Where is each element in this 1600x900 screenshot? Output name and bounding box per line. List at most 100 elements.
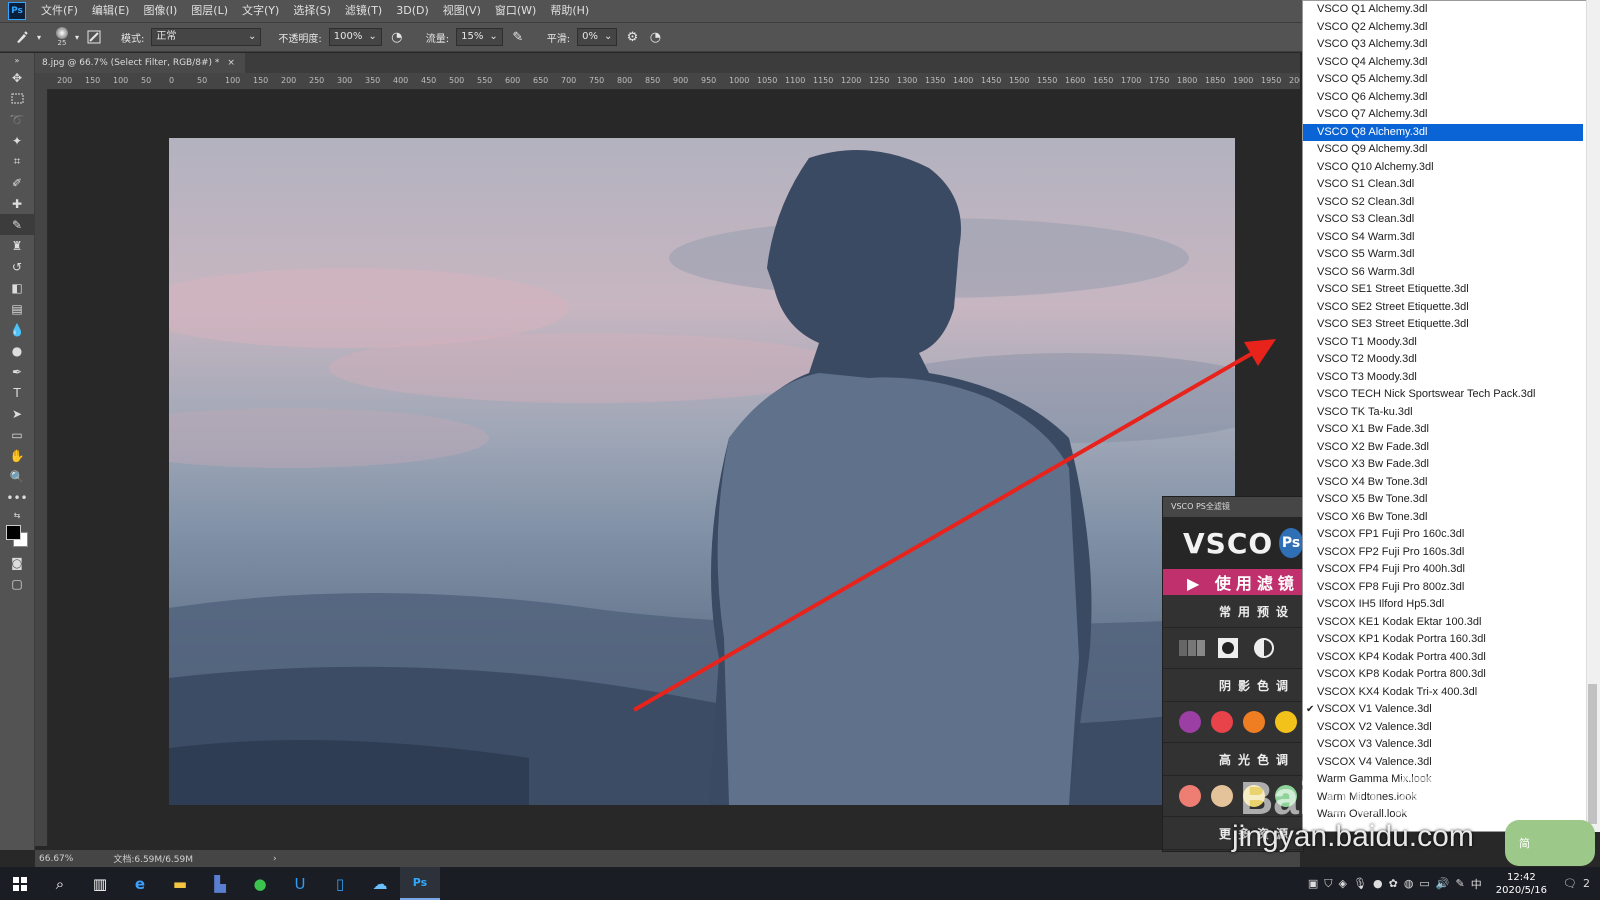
dropdown-option[interactable]: VSCO X1 Bw Fade.3dl: [1303, 421, 1583, 439]
clock[interactable]: 12:42 2020/5/16: [1496, 871, 1547, 897]
dropdown-option[interactable]: ✔ VSCOX V1 Valence.3dl: [1303, 701, 1583, 719]
dropdown-option[interactable]: VSCOX V3 Valence.3dl: [1303, 736, 1583, 754]
highlight-color-swatch[interactable]: [1211, 785, 1233, 807]
tray-app-icon[interactable]: ◍: [1404, 877, 1414, 890]
ps-badge-icon: Ps: [1279, 528, 1303, 558]
input-language[interactable]: 中: [1471, 876, 1482, 892]
dropdown-option[interactable]: VSCOX V2 Valence.3dl: [1303, 719, 1583, 737]
dropdown-option[interactable]: VSCO X2 Bw Fade.3dl: [1303, 439, 1583, 457]
apply-filter-button[interactable]: ▶ 使用滤镜: [1163, 569, 1303, 595]
dropdown-option[interactable]: VSCOX KP1 Kodak Portra 160.3dl: [1303, 631, 1583, 649]
photoshop-taskbar-icon[interactable]: Ps: [400, 867, 440, 900]
dropdown-option[interactable]: VSCO X4 Bw Tone.3dl: [1303, 474, 1583, 492]
zoom-level[interactable]: 66.67%: [39, 854, 73, 864]
dropdown-option[interactable]: VSCO Q9 Alchemy.3dl: [1303, 141, 1583, 159]
network-icon[interactable]: ▭: [1419, 877, 1429, 890]
dropdown-option[interactable]: VSCO T3 Moody.3dl: [1303, 369, 1583, 387]
dropdown-option-label: VSCO T3 Moody.3dl: [1317, 370, 1417, 383]
dropdown-option[interactable]: VSCO T2 Moody.3dl: [1303, 351, 1583, 369]
dropdown-option[interactable]: VSCO Q1 Alchemy.3dl: [1303, 1, 1583, 19]
dropdown-option-label: VSCO Q2 Alchemy.3dl: [1317, 20, 1428, 33]
dropdown-option[interactable]: VSCO Q6 Alchemy.3dl: [1303, 89, 1583, 107]
shadow-color-swatch[interactable]: [1243, 711, 1265, 733]
app-icon-tablet[interactable]: ▯: [320, 867, 360, 900]
dropdown-option[interactable]: VSCO Q3 Alchemy.3dl: [1303, 36, 1583, 54]
dropdown-option[interactable]: VSCOX IH5 Ilford Hp5.3dl: [1303, 596, 1583, 614]
dropdown-option-label: VSCOX IH5 Ilford Hp5.3dl: [1317, 598, 1445, 610]
shield-icon[interactable]: ⛉: [1324, 877, 1332, 891]
vsco-logo-row: VSCO Ps: [1163, 517, 1303, 569]
dropdown-option[interactable]: VSCO X5 Bw Tone.3dl: [1303, 491, 1583, 509]
wechat-tray-icon[interactable]: ●: [1373, 877, 1383, 890]
dropdown-option[interactable]: VSCOX FP8 Fuji Pro 800z.3dl: [1303, 579, 1583, 597]
dropdown-option-label: VSCOX FP2 Fuji Pro 160s.3dl: [1317, 545, 1465, 558]
foreground-color[interactable]: [6, 525, 21, 540]
fade-preset-icon[interactable]: [1179, 637, 1205, 659]
dropdown-option-label: VSCO S4 Warm.3dl: [1317, 230, 1415, 243]
shadow-color-swatch[interactable]: [1179, 711, 1201, 733]
vsco-panel-header[interactable]: VSCO PS全滤镜: [1163, 497, 1303, 517]
document-info[interactable]: 文档:6.59M/6.59M: [113, 852, 193, 865]
dropdown-option[interactable]: VSCO S2 Clean.3dl: [1303, 194, 1583, 212]
dropdown-option-label: VSCO TECH Nick Sportswear Tech Pack.3dl: [1317, 388, 1536, 400]
dropdown-option[interactable]: VSCO S3 Clean.3dl: [1303, 211, 1583, 229]
shadow-color-swatch[interactable]: [1275, 711, 1297, 733]
status-arrow-icon[interactable]: ›: [273, 854, 277, 864]
dropdown-option[interactable]: VSCOX FP4 Fuji Pro 400h.3dl: [1303, 561, 1583, 579]
wechat-icon[interactable]: ●: [240, 867, 280, 900]
pen-icon[interactable]: ✎: [1456, 877, 1465, 890]
dropdown-option-label: VSCOX V3 Valence.3dl: [1317, 738, 1432, 750]
dropdown-option-label: VSCO X2 Bw Fade.3dl: [1317, 440, 1429, 453]
notification-icon[interactable]: 🗨: [1563, 877, 1577, 890]
dropdown-option[interactable]: VSCO Q7 Alchemy.3dl: [1303, 106, 1583, 124]
dropdown-option[interactable]: VSCO S1 Clean.3dl: [1303, 176, 1583, 194]
dropdown-option-label: VSCOX V2 Valence.3dl: [1317, 720, 1432, 733]
vignette-preset-icon[interactable]: [1215, 637, 1241, 659]
volume-icon[interactable]: 🔊: [1436, 877, 1450, 890]
app-icon-chart[interactable]: ▙: [200, 867, 240, 900]
dropdown-option-label: VSCO Q7 Alchemy.3dl: [1317, 108, 1428, 120]
dropdown-option[interactable]: VSCO T1 Moody.3dl: [1303, 334, 1583, 352]
dropdown-option[interactable]: VSCO Q2 Alchemy.3dl: [1303, 19, 1583, 37]
ime-floating-bar[interactable]: 简: [1505, 820, 1595, 866]
system-tray: ▣ ⛉ ◈ 🎙 ● ✿ ◍ ▭ 🔊 ✎ 中 12:42 2020/5/16 🗨 …: [1308, 871, 1600, 897]
task-view-icon[interactable]: ▥: [80, 867, 120, 900]
shadow-color-swatch[interactable]: [1211, 711, 1233, 733]
dropdown-option[interactable]: VSCO SE1 Street Etiquette.3dl: [1303, 281, 1583, 299]
dropdown-option[interactable]: VSCO Q4 Alchemy.3dl: [1303, 54, 1583, 72]
dropdown-option[interactable]: VSCO TK Ta-ku.3dl: [1303, 404, 1583, 422]
dropdown-option-label: VSCOX FP8 Fuji Pro 800z.3dl: [1317, 580, 1465, 593]
dropdown-option[interactable]: VSCO SE3 Street Etiquette.3dl: [1303, 316, 1583, 334]
dropdown-option[interactable]: VSCO Q8 Alchemy.3dl: [1303, 123, 1583, 141]
file-explorer-icon[interactable]: ▬: [160, 867, 200, 900]
dropdown-scrollbar-thumb[interactable]: [1588, 684, 1597, 824]
dropdown-option[interactable]: VSCO S5 Warm.3dl: [1303, 246, 1583, 264]
checkmark-icon: ✔: [1306, 704, 1315, 715]
app-icon-cloud[interactable]: ☁: [360, 867, 400, 900]
dropdown-option[interactable]: VSCO TECH Nick Sportswear Tech Pack.3dl: [1303, 386, 1583, 404]
browser-icon[interactable]: e: [120, 867, 160, 900]
tray-app-icon[interactable]: ◈: [1339, 877, 1347, 890]
dropdown-option[interactable]: VSCO Q10 Alchemy.3dl: [1303, 159, 1583, 177]
app-icon-u[interactable]: U: [280, 867, 320, 900]
tray-app-icon[interactable]: ▣: [1308, 877, 1318, 890]
dropdown-option-label: VSCOX FP4 Fuji Pro 400h.3dl: [1317, 563, 1465, 575]
tray-app-icon[interactable]: ✿: [1389, 877, 1398, 890]
dropdown-option[interactable]: VSCOX KP4 Kodak Portra 400.3dl: [1303, 649, 1583, 667]
dropdown-option[interactable]: VSCO SE2 Street Etiquette.3dl: [1303, 299, 1583, 317]
highlight-color-swatch[interactable]: [1179, 785, 1201, 807]
dropdown-option[interactable]: VSCO S6 Warm.3dl: [1303, 264, 1583, 282]
dropdown-option[interactable]: VSCOX KX4 Kodak Tri-x 400.3dl: [1303, 684, 1583, 702]
contrast-preset-icon[interactable]: [1251, 637, 1277, 659]
microphone-icon[interactable]: 🎙: [1353, 877, 1367, 890]
search-icon[interactable]: ⌕: [40, 867, 80, 900]
dropdown-option[interactable]: VSCOX KE1 Kodak Ektar 100.3dl: [1303, 614, 1583, 632]
dropdown-option[interactable]: VSCOX FP1 Fuji Pro 160c.3dl: [1303, 526, 1583, 544]
windows-start-icon[interactable]: [0, 867, 40, 900]
dropdown-option[interactable]: VSCO X3 Bw Fade.3dl: [1303, 456, 1583, 474]
dropdown-option[interactable]: VSCO Q5 Alchemy.3dl: [1303, 71, 1583, 89]
dropdown-option[interactable]: VSCO S4 Warm.3dl: [1303, 229, 1583, 247]
dropdown-option[interactable]: VSCO X6 Bw Tone.3dl: [1303, 509, 1583, 527]
dropdown-option[interactable]: VSCOX KP8 Kodak Portra 800.3dl: [1303, 666, 1583, 684]
dropdown-option[interactable]: VSCOX FP2 Fuji Pro 160s.3dl: [1303, 544, 1583, 562]
